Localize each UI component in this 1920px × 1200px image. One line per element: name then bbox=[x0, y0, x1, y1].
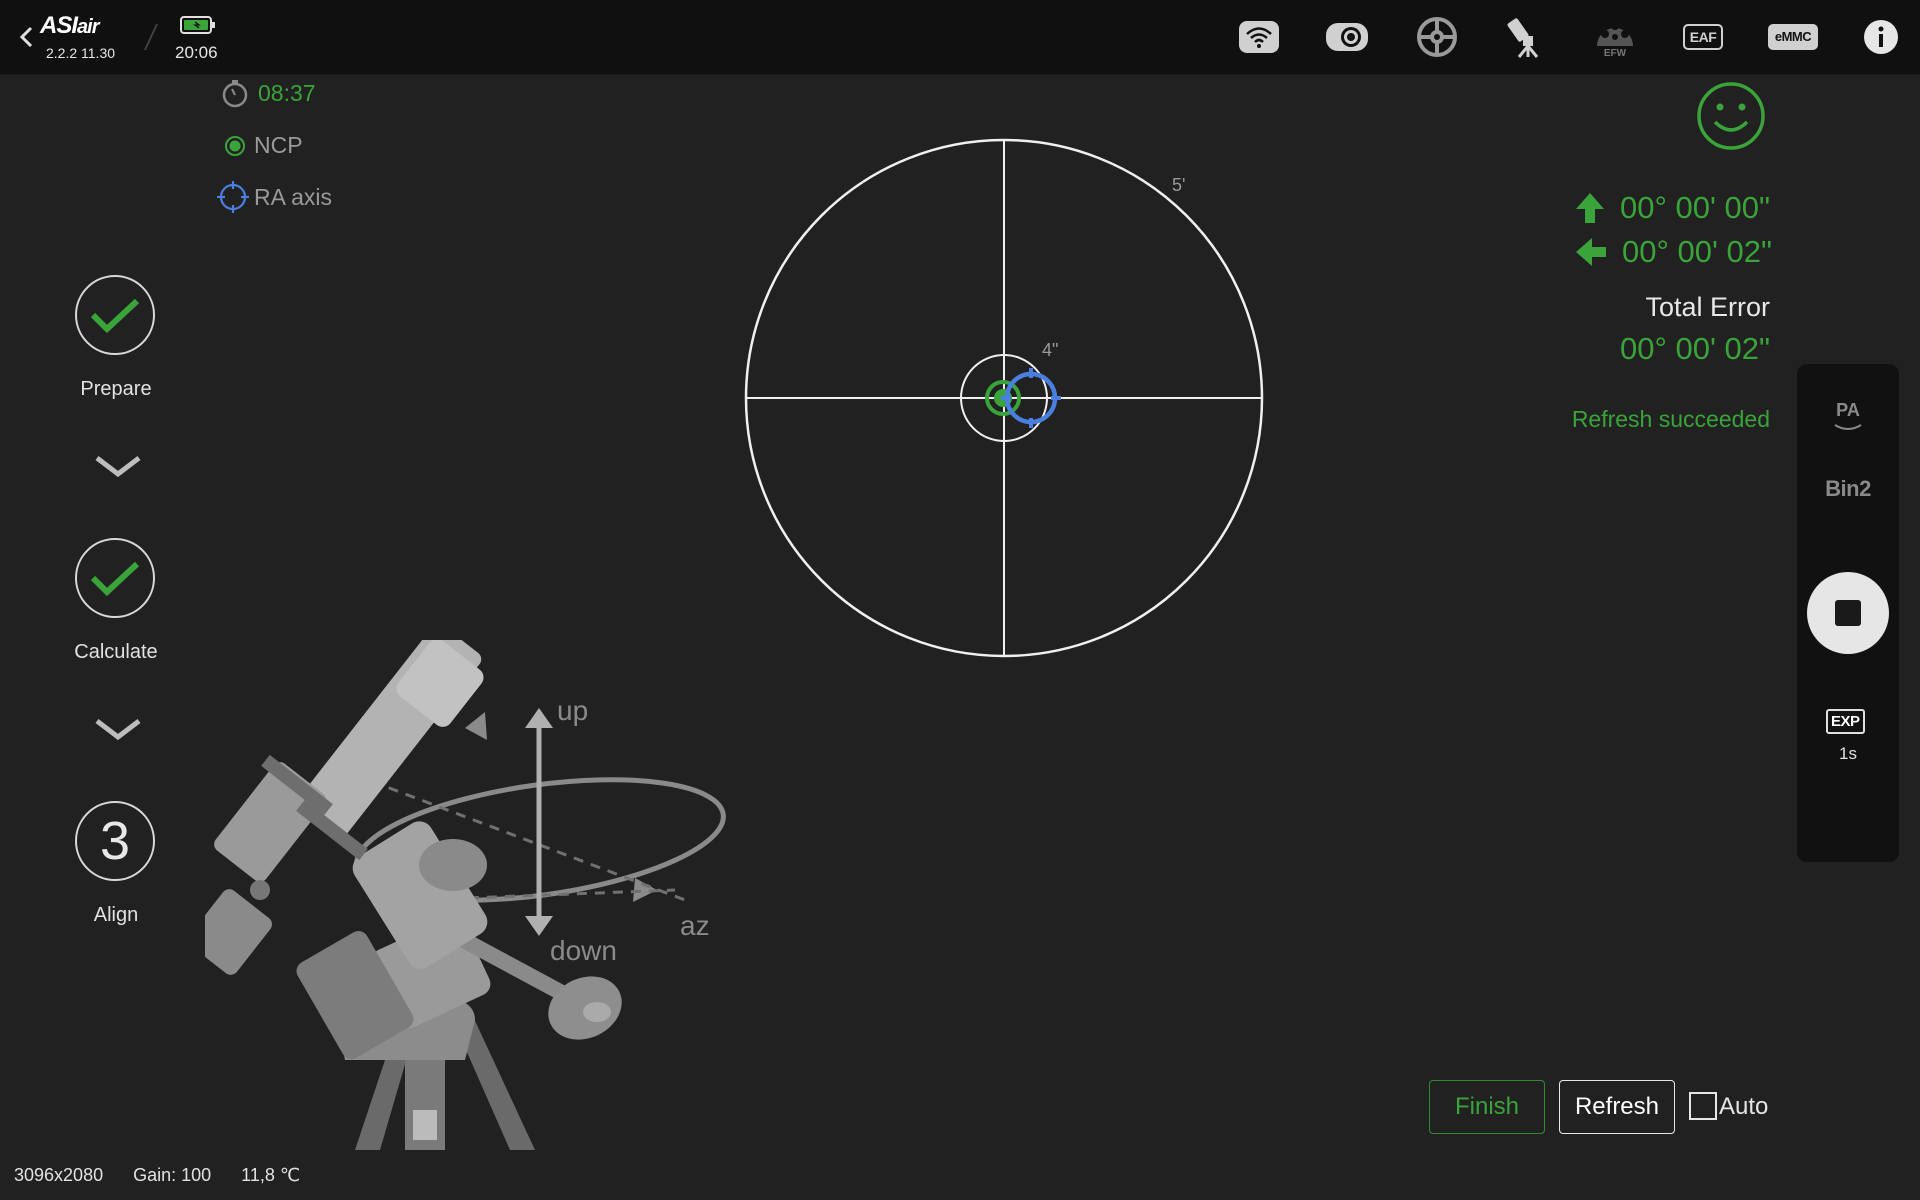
step-label-align: Align bbox=[93, 904, 139, 926]
binning-selector[interactable]: Bin2 bbox=[1797, 476, 1899, 502]
altitude-error: 00° 00' 00" bbox=[1574, 190, 1770, 226]
app-logo: ASIair bbox=[40, 12, 100, 39]
ncp-legend: NCP bbox=[224, 132, 303, 159]
altitude-error-value: 00° 00' 00" bbox=[1620, 190, 1770, 225]
focuser-icon[interactable]: EAF bbox=[1680, 17, 1726, 57]
step-calculate bbox=[75, 538, 155, 618]
inner-ring-label: 4" bbox=[1042, 340, 1058, 360]
arrow-left-icon bbox=[1576, 238, 1606, 266]
app-version: 2.2.2 11.30 bbox=[46, 45, 116, 61]
chevron-down-icon bbox=[1834, 424, 1862, 430]
arrow-up-icon bbox=[1576, 193, 1604, 223]
up-label: up bbox=[557, 695, 588, 726]
footer-status: 3096x2080 Gain: 100 11,8 ℃ bbox=[14, 1165, 300, 1186]
temperature: 11,8 ℃ bbox=[241, 1165, 301, 1185]
top-bar: ASIair 2.2.2 11.30 20:06 EFW EAF eMMC bbox=[0, 0, 1920, 75]
exposure-value: 1s bbox=[1839, 744, 1857, 763]
wifi-icon[interactable] bbox=[1236, 17, 1282, 57]
step-label-prepare: Prepare bbox=[80, 378, 152, 400]
chevron-down-icon bbox=[95, 719, 141, 741]
refresh-button[interactable]: Refresh bbox=[1559, 1080, 1675, 1134]
info-icon[interactable] bbox=[1858, 17, 1904, 57]
status-message: Refresh succeeded bbox=[1571, 406, 1770, 432]
elapsed-time: 08:37 bbox=[258, 79, 316, 106]
mount-adjustment-diagram: up down az bbox=[205, 640, 726, 1150]
ra-axis-legend: RA axis bbox=[216, 180, 332, 214]
capture-side-panel: PA Bin2 EXP 1s bbox=[1797, 364, 1899, 862]
resolution: 3096x2080 bbox=[14, 1165, 104, 1185]
ncp-marker-icon bbox=[225, 135, 245, 156]
stop-icon bbox=[1835, 600, 1861, 626]
gain: Gain: 100 bbox=[133, 1165, 212, 1185]
total-error-value: 00° 00' 02" bbox=[1620, 331, 1770, 366]
outer-ring-label: 5' bbox=[1172, 175, 1185, 195]
telescope-mount-icon[interactable] bbox=[1502, 17, 1548, 58]
camera-icon[interactable] bbox=[1324, 17, 1370, 57]
polar-alignment-target: 5' 4" bbox=[744, 138, 1264, 658]
divider bbox=[143, 24, 159, 50]
total-error-label: Total Error bbox=[1645, 292, 1770, 322]
auto-label: Auto bbox=[1719, 1093, 1769, 1120]
check-icon bbox=[90, 561, 140, 597]
step-prepare bbox=[75, 275, 155, 355]
azimuth-error-value: 00° 00' 02" bbox=[1622, 234, 1772, 269]
elapsed-timer: 08:37 bbox=[220, 78, 316, 108]
guide-scope-icon[interactable] bbox=[1414, 17, 1460, 57]
stop-button[interactable] bbox=[1807, 572, 1889, 654]
chevron-down-icon bbox=[95, 456, 141, 478]
storage-icon[interactable]: eMMC bbox=[1767, 17, 1819, 57]
azimuth-error: 00° 00' 02" bbox=[1574, 234, 1772, 270]
back-icon[interactable] bbox=[14, 20, 40, 54]
auto-checkbox[interactable] bbox=[1689, 1092, 1717, 1120]
exposure-selector[interactable]: EXP bbox=[1826, 709, 1865, 734]
az-label: az bbox=[680, 910, 710, 941]
crosshair-icon bbox=[217, 181, 249, 213]
svg-text:EFW: EFW bbox=[1604, 48, 1627, 58]
battery-icon bbox=[180, 16, 215, 34]
stopwatch-icon bbox=[222, 80, 248, 108]
finish-button[interactable]: Finish bbox=[1429, 1080, 1545, 1134]
filter-wheel-icon[interactable]: EFW bbox=[1592, 17, 1638, 58]
clock: 20:06 bbox=[175, 43, 218, 62]
smiley-icon bbox=[1697, 82, 1765, 150]
down-label: down bbox=[550, 935, 617, 966]
check-icon bbox=[90, 298, 140, 334]
step-label-calculate: Calculate bbox=[74, 641, 158, 663]
step-number: 3 bbox=[99, 811, 131, 871]
step-align: 3 bbox=[75, 801, 155, 881]
pa-mode-toggle[interactable]: PA bbox=[1797, 400, 1899, 433]
